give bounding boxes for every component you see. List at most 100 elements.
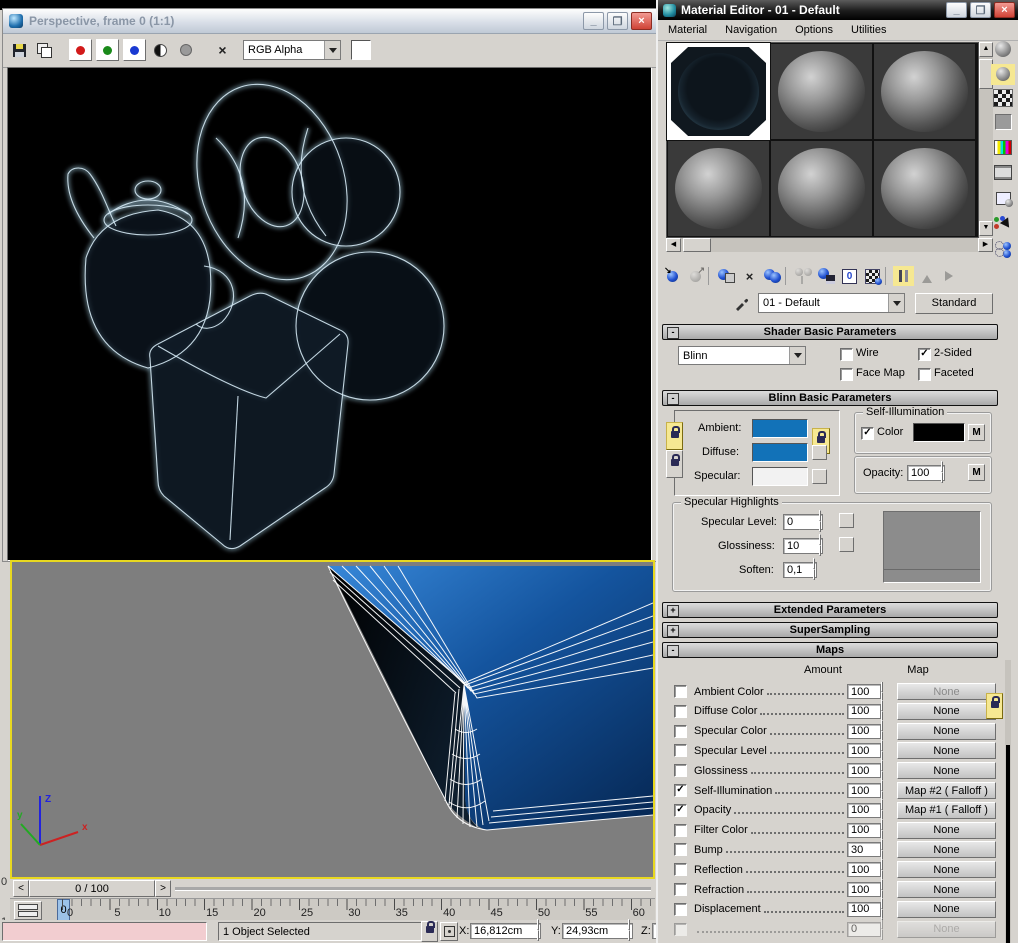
soften-field[interactable]: 0,1	[783, 562, 817, 578]
me-maximize-button[interactable]: ❐	[970, 2, 991, 18]
map-slot-button[interactable]: None	[897, 683, 996, 700]
map-amount-field[interactable]: 100	[847, 684, 881, 699]
opacity-spinner[interactable]	[941, 461, 952, 483]
map-slot-button[interactable]: None	[897, 742, 996, 760]
rollout-shader-basic[interactable]: - Shader Basic Parameters	[662, 324, 998, 340]
map-amount-field[interactable]: 100	[847, 882, 881, 897]
glossiness-spinner[interactable]	[819, 534, 830, 556]
x-coordinate-field[interactable]: 16,812cm	[470, 923, 541, 939]
put-to-library-icon[interactable]	[816, 266, 837, 286]
map-amount-spinner[interactable]	[881, 918, 892, 941]
specular-level-spinner[interactable]	[819, 510, 830, 532]
get-material-icon[interactable]: ↘	[662, 265, 683, 286]
menu-options[interactable]: Options	[795, 24, 833, 36]
self-illum-color-swatch[interactable]	[913, 423, 965, 442]
glossiness-field[interactable]: 10	[783, 538, 823, 554]
map-checkbox[interactable]: ✓	[674, 843, 687, 857]
material-sample-slot[interactable]	[873, 43, 976, 140]
alpha-channel-icon[interactable]	[175, 40, 196, 60]
select-by-material-icon[interactable]	[991, 213, 1017, 235]
blue-channel-button[interactable]	[123, 39, 146, 61]
absolute-mode-icon[interactable]	[440, 922, 458, 941]
map-checkbox[interactable]: ✓	[674, 764, 687, 778]
map-amount-field[interactable]: 100	[847, 743, 881, 759]
faceted-checkbox[interactable]: ✓	[918, 368, 931, 381]
green-channel-button[interactable]	[96, 39, 119, 61]
specular-level-map-shortcut[interactable]	[839, 513, 854, 528]
collapse-icon[interactable]: +	[667, 605, 679, 617]
diffuse-specular-lock-toggle[interactable]	[666, 450, 683, 478]
y-spinner[interactable]	[628, 919, 639, 941]
map-amount-spinner[interactable]	[881, 858, 892, 881]
map-slot-button[interactable]: Map #1 ( Falloff )	[897, 801, 996, 819]
rollout-maps[interactable]: - Maps	[662, 642, 998, 658]
map-slot-button[interactable]: None	[897, 920, 996, 938]
selection-lock-icon[interactable]	[421, 921, 438, 942]
map-amount-field[interactable]: 100	[847, 723, 881, 739]
soften-spinner[interactable]	[813, 558, 824, 580]
material-name-dropdown[interactable]: 01 - Default	[758, 293, 905, 313]
show-end-result-icon[interactable]	[893, 266, 914, 286]
minimize-button[interactable]: _	[583, 12, 604, 30]
map-amount-field[interactable]: 100	[847, 862, 881, 878]
map-slot-button[interactable]: None	[897, 722, 996, 740]
trackbar-mode-icon[interactable]	[14, 901, 42, 920]
rollout-blinn-basic[interactable]: - Blinn Basic Parameters	[662, 390, 998, 406]
x-spinner[interactable]	[537, 919, 548, 941]
ambient-color-swatch[interactable]	[752, 419, 808, 438]
menu-material[interactable]: Material	[668, 24, 707, 36]
map-amount-field[interactable]: 100	[847, 763, 881, 779]
opacity-field[interactable]: 100	[907, 465, 945, 481]
make-material-copy-icon[interactable]	[762, 266, 783, 286]
collapse-icon[interactable]: -	[667, 393, 679, 405]
me-minimize-button[interactable]: _	[946, 2, 967, 18]
clear-button[interactable]: ×	[212, 40, 233, 60]
save-bitmap-icon[interactable]	[9, 40, 30, 60]
y-coordinate-field[interactable]: 24,93cm	[562, 923, 633, 939]
scroll-left-icon[interactable]: ◀	[666, 238, 681, 252]
map-amount-spinner[interactable]	[881, 700, 892, 723]
diffuse-map-shortcut-button[interactable]	[812, 445, 827, 460]
pick-material-eyedropper-icon[interactable]	[734, 295, 750, 311]
face-map-checkbox[interactable]: ✓	[840, 368, 853, 381]
maximize-button[interactable]: ❐	[607, 12, 628, 30]
map-amount-field[interactable]: 100	[847, 703, 881, 719]
assign-material-to-selection-icon[interactable]	[716, 266, 737, 286]
map-checkbox[interactable]: ✓	[674, 823, 687, 837]
slots-hscrollbar[interactable]: ◀ ▶	[666, 238, 993, 252]
hscroll-thumb[interactable]	[683, 238, 711, 252]
put-material-to-scene-icon[interactable]: ↗	[685, 265, 706, 286]
video-color-check-icon[interactable]	[991, 136, 1015, 158]
maxscript-mini-listener[interactable]	[2, 922, 207, 941]
map-amount-field[interactable]: 100	[847, 802, 881, 818]
map-slot-button[interactable]: None	[897, 881, 996, 898]
map-checkbox[interactable]: ✓	[674, 784, 687, 797]
go-forward-to-sibling-icon[interactable]	[939, 266, 960, 286]
map-amount-spinner[interactable]	[881, 838, 892, 861]
make-preview-icon[interactable]	[991, 162, 1015, 184]
collapse-icon[interactable]: -	[667, 645, 679, 657]
map-amount-spinner[interactable]	[881, 720, 892, 743]
rollout-scrollbar-track[interactable]	[1005, 660, 1011, 943]
make-unique-icon[interactable]	[793, 266, 814, 286]
map-amount-spinner[interactable]	[881, 898, 892, 921]
go-to-parent-icon[interactable]	[916, 266, 937, 286]
dropdown-arrow-icon[interactable]	[324, 41, 340, 59]
material-sample-slot[interactable]	[667, 140, 770, 237]
map-amount-spinner[interactable]	[881, 739, 892, 762]
map-checkbox[interactable]: ✓	[674, 863, 687, 877]
material-editor-options-icon[interactable]	[991, 187, 1015, 209]
map-checkbox[interactable]: ✓	[674, 724, 687, 738]
show-map-in-viewport-icon[interactable]	[862, 266, 883, 286]
specular-map-shortcut-button[interactable]	[812, 469, 827, 484]
material-sample-slot[interactable]	[666, 42, 771, 141]
shader-type-dropdown[interactable]: Blinn	[678, 346, 806, 365]
map-checkbox[interactable]: ✓	[674, 902, 687, 916]
map-checkbox[interactable]: ✓	[674, 704, 687, 718]
collapse-icon[interactable]: -	[667, 327, 679, 339]
dropdown-arrow-icon[interactable]	[789, 347, 805, 364]
monochrome-channel-icon[interactable]	[150, 40, 171, 60]
map-slot-button[interactable]: None	[897, 900, 996, 918]
map-amount-field[interactable]: 30	[847, 842, 881, 858]
map-slot-button[interactable]: None	[897, 762, 996, 780]
